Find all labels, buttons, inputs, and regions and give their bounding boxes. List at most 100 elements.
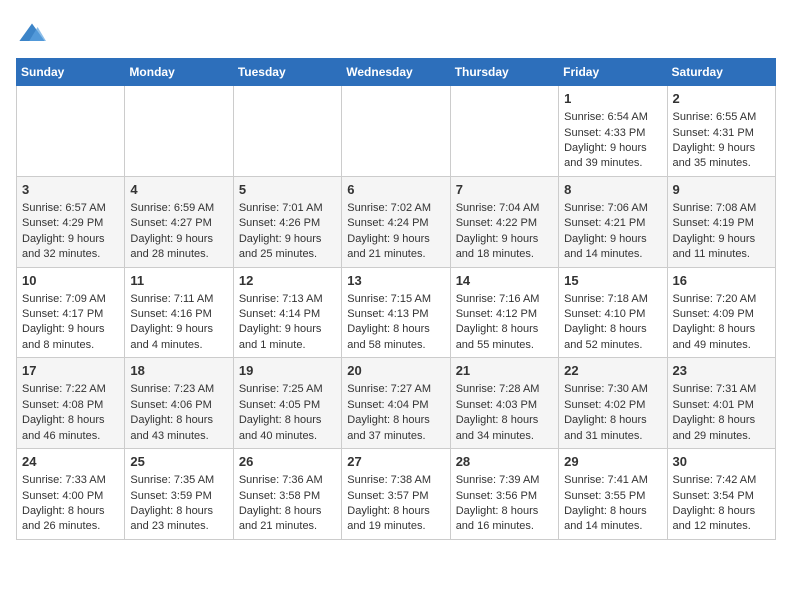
- day-info: and 4 minutes.: [130, 338, 227, 353]
- day-info: Sunset: 4:19 PM: [673, 216, 770, 231]
- calendar-day-cell: 8Sunrise: 7:06 AMSunset: 4:21 PMDaylight…: [559, 176, 667, 267]
- calendar-day-cell: 4Sunrise: 6:59 AMSunset: 4:27 PMDaylight…: [125, 176, 233, 267]
- calendar-header-saturday: Saturday: [667, 59, 775, 86]
- day-info: Sunset: 4:14 PM: [239, 307, 336, 322]
- day-info: and 49 minutes.: [673, 338, 770, 353]
- day-info: Sunset: 3:54 PM: [673, 489, 770, 504]
- calendar-day-cell: 14Sunrise: 7:16 AMSunset: 4:12 PMDayligh…: [450, 267, 558, 358]
- calendar-header-row: SundayMondayTuesdayWednesdayThursdayFrid…: [17, 59, 776, 86]
- calendar-day-cell: [233, 86, 341, 177]
- day-info: Sunset: 4:04 PM: [347, 398, 444, 413]
- day-info: Sunset: 4:27 PM: [130, 216, 227, 231]
- day-info: Sunrise: 6:54 AM: [564, 110, 661, 125]
- day-info: Sunset: 4:26 PM: [239, 216, 336, 231]
- logo-icon: [18, 20, 46, 48]
- day-info: and 29 minutes.: [673, 429, 770, 444]
- calendar-week-row: 1Sunrise: 6:54 AMSunset: 4:33 PMDaylight…: [17, 86, 776, 177]
- calendar-header-wednesday: Wednesday: [342, 59, 450, 86]
- day-info: Sunrise: 7:38 AM: [347, 473, 444, 488]
- day-info: Sunset: 3:57 PM: [347, 489, 444, 504]
- day-info: Daylight: 9 hours: [564, 232, 661, 247]
- day-info: Sunset: 4:13 PM: [347, 307, 444, 322]
- day-info: Sunset: 4:05 PM: [239, 398, 336, 413]
- day-info: Daylight: 8 hours: [456, 413, 553, 428]
- day-info: and 1 minute.: [239, 338, 336, 353]
- day-info: Sunset: 4:10 PM: [564, 307, 661, 322]
- day-number: 30: [673, 453, 770, 471]
- day-info: and 21 minutes.: [347, 247, 444, 262]
- day-info: and 46 minutes.: [22, 429, 119, 444]
- day-info: Sunrise: 7:11 AM: [130, 292, 227, 307]
- day-info: Sunrise: 7:18 AM: [564, 292, 661, 307]
- day-number: 9: [673, 181, 770, 199]
- day-info: Sunrise: 7:35 AM: [130, 473, 227, 488]
- calendar-day-cell: 28Sunrise: 7:39 AMSunset: 3:56 PMDayligh…: [450, 449, 558, 540]
- calendar-day-cell: 15Sunrise: 7:18 AMSunset: 4:10 PMDayligh…: [559, 267, 667, 358]
- calendar-header-friday: Friday: [559, 59, 667, 86]
- day-info: Sunrise: 7:09 AM: [22, 292, 119, 307]
- day-info: Daylight: 8 hours: [456, 322, 553, 337]
- day-info: and 14 minutes.: [564, 519, 661, 534]
- day-number: 3: [22, 181, 119, 199]
- calendar-day-cell: 2Sunrise: 6:55 AMSunset: 4:31 PMDaylight…: [667, 86, 775, 177]
- day-number: 15: [564, 272, 661, 290]
- calendar-day-cell: 25Sunrise: 7:35 AMSunset: 3:59 PMDayligh…: [125, 449, 233, 540]
- day-info: Daylight: 9 hours: [564, 141, 661, 156]
- day-info: Daylight: 8 hours: [456, 504, 553, 519]
- day-info: Daylight: 8 hours: [239, 504, 336, 519]
- day-info: Sunset: 4:29 PM: [22, 216, 119, 231]
- day-number: 27: [347, 453, 444, 471]
- calendar-day-cell: 29Sunrise: 7:41 AMSunset: 3:55 PMDayligh…: [559, 449, 667, 540]
- calendar-day-cell: [450, 86, 558, 177]
- day-number: 11: [130, 272, 227, 290]
- day-info: Sunset: 4:16 PM: [130, 307, 227, 322]
- calendar-day-cell: [342, 86, 450, 177]
- day-info: Sunrise: 6:55 AM: [673, 110, 770, 125]
- day-info: Sunset: 4:00 PM: [22, 489, 119, 504]
- calendar-day-cell: 11Sunrise: 7:11 AMSunset: 4:16 PMDayligh…: [125, 267, 233, 358]
- day-info: Sunrise: 7:22 AM: [22, 382, 119, 397]
- day-info: Daylight: 9 hours: [456, 232, 553, 247]
- day-info: Daylight: 8 hours: [347, 413, 444, 428]
- day-info: Sunrise: 7:01 AM: [239, 201, 336, 216]
- day-info: Daylight: 8 hours: [239, 413, 336, 428]
- day-info: and 34 minutes.: [456, 429, 553, 444]
- day-number: 8: [564, 181, 661, 199]
- day-info: Sunrise: 7:28 AM: [456, 382, 553, 397]
- day-info: and 32 minutes.: [22, 247, 119, 262]
- calendar-day-cell: 1Sunrise: 6:54 AMSunset: 4:33 PMDaylight…: [559, 86, 667, 177]
- calendar-day-cell: 13Sunrise: 7:15 AMSunset: 4:13 PMDayligh…: [342, 267, 450, 358]
- day-info: Sunset: 3:58 PM: [239, 489, 336, 504]
- day-info: Sunrise: 7:25 AM: [239, 382, 336, 397]
- day-info: Daylight: 8 hours: [673, 413, 770, 428]
- day-number: 10: [22, 272, 119, 290]
- day-info: Daylight: 8 hours: [347, 322, 444, 337]
- day-number: 24: [22, 453, 119, 471]
- day-info: Daylight: 9 hours: [347, 232, 444, 247]
- day-info: Daylight: 9 hours: [22, 232, 119, 247]
- day-info: Sunrise: 7:27 AM: [347, 382, 444, 397]
- logo: [16, 20, 46, 48]
- calendar-day-cell: 6Sunrise: 7:02 AMSunset: 4:24 PMDaylight…: [342, 176, 450, 267]
- calendar-week-row: 10Sunrise: 7:09 AMSunset: 4:17 PMDayligh…: [17, 267, 776, 358]
- day-info: and 37 minutes.: [347, 429, 444, 444]
- day-info: Sunrise: 7:13 AM: [239, 292, 336, 307]
- day-info: and 23 minutes.: [130, 519, 227, 534]
- day-info: Daylight: 9 hours: [673, 141, 770, 156]
- calendar-day-cell: 24Sunrise: 7:33 AMSunset: 4:00 PMDayligh…: [17, 449, 125, 540]
- day-number: 7: [456, 181, 553, 199]
- calendar-header-sunday: Sunday: [17, 59, 125, 86]
- calendar-day-cell: 10Sunrise: 7:09 AMSunset: 4:17 PMDayligh…: [17, 267, 125, 358]
- day-info: Sunset: 4:31 PM: [673, 126, 770, 141]
- day-info: Sunset: 4:24 PM: [347, 216, 444, 231]
- day-info: Daylight: 9 hours: [239, 232, 336, 247]
- day-info: Sunrise: 7:31 AM: [673, 382, 770, 397]
- day-info: Sunrise: 7:15 AM: [347, 292, 444, 307]
- day-info: Sunrise: 7:23 AM: [130, 382, 227, 397]
- calendar-day-cell: 26Sunrise: 7:36 AMSunset: 3:58 PMDayligh…: [233, 449, 341, 540]
- calendar-day-cell: [17, 86, 125, 177]
- calendar-day-cell: 7Sunrise: 7:04 AMSunset: 4:22 PMDaylight…: [450, 176, 558, 267]
- day-info: Daylight: 8 hours: [564, 413, 661, 428]
- day-info: and 11 minutes.: [673, 247, 770, 262]
- day-info: and 19 minutes.: [347, 519, 444, 534]
